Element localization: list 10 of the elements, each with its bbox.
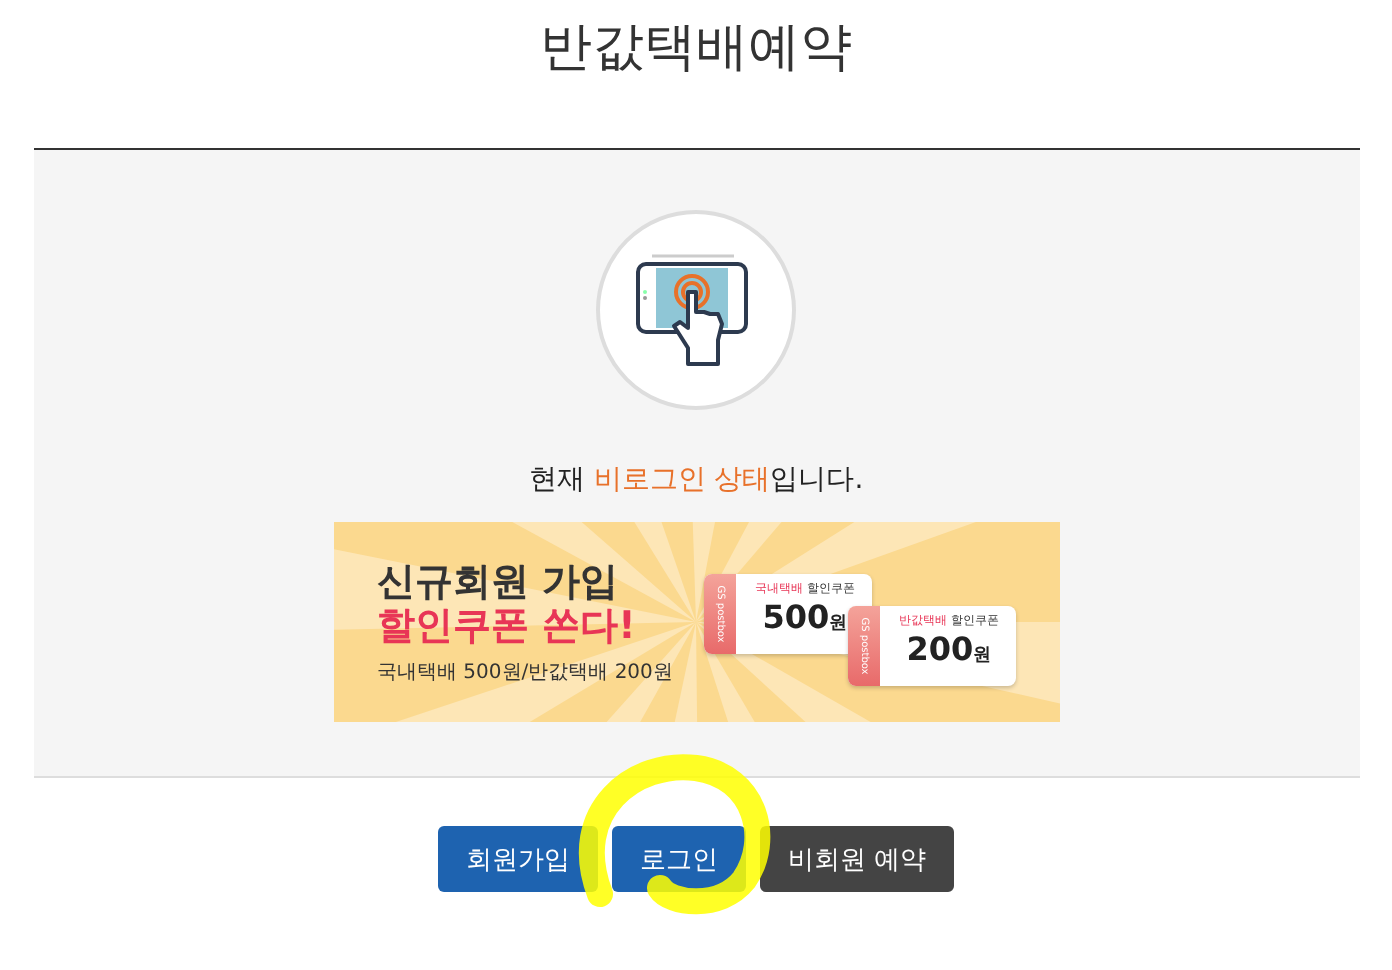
- login-status-text: 현재 비로그인 상태 입니다.: [528, 462, 864, 498]
- action-button[interactable]: 비회원 예약: [759, 826, 955, 892]
- banner-headline: 신규회원 가입: [377, 562, 621, 604]
- coupon-unit: 원: [829, 614, 848, 634]
- coupon-amount: 200: [906, 630, 974, 668]
- coupon-amount: 500: [762, 598, 830, 636]
- coupon-unit: 원: [973, 646, 992, 666]
- page-title: 반값택배예약: [540, 16, 852, 82]
- banner-slogan: 할인쿠폰 쏜다!: [377, 603, 638, 650]
- banner-subtext: 국내택배 500원/반값택배 200원: [377, 659, 673, 686]
